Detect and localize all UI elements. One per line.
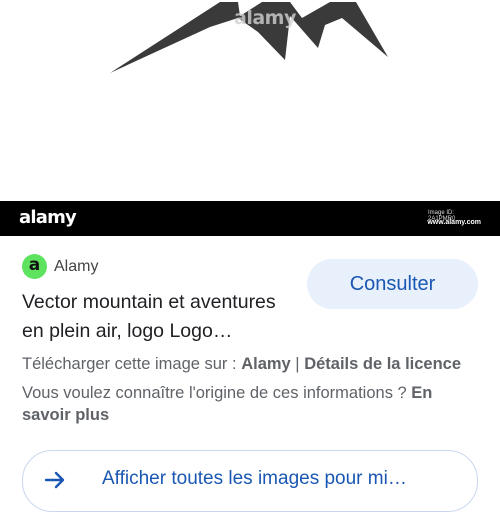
- download-line: Télécharger cette image sur : Alamy | Dé…: [22, 355, 492, 374]
- consult-button[interactable]: Consulter: [307, 259, 478, 309]
- show-all-images-label: Afficher toutes les images pour mi…: [102, 468, 407, 489]
- image-watermark: alamy: [234, 7, 296, 29]
- license-details-link[interactable]: Détails de la licence: [304, 355, 461, 373]
- origin-info: Vous voulez connaître l'origine de ces i…: [22, 382, 482, 426]
- image-site-text: www.alamy.com: [427, 219, 481, 226]
- origin-question: Vous voulez connaître l'origine de ces i…: [22, 384, 412, 402]
- watermark-bar: alamy Image ID: 2A1PMR0 www.alamy.com: [0, 201, 500, 236]
- source-name: Alamy: [54, 258, 99, 275]
- show-all-images-button[interactable]: Afficher toutes les images pour mi…: [22, 450, 478, 512]
- download-site-link[interactable]: Alamy: [241, 355, 291, 373]
- result-title[interactable]: Vector mountain et aventures en plein ai…: [22, 288, 302, 346]
- arrow-right-icon: [44, 471, 65, 489]
- mountain-logo-icon: [110, 2, 388, 73]
- download-separator: |: [290, 355, 305, 373]
- source-favicon-icon: a: [22, 254, 47, 279]
- download-prefix: Télécharger cette image sur :: [22, 355, 242, 373]
- result-image[interactable]: alamy alamy Image ID: 2A1PMR0 www.alamy.…: [0, 0, 500, 236]
- alamy-logo: alamy: [19, 207, 77, 228]
